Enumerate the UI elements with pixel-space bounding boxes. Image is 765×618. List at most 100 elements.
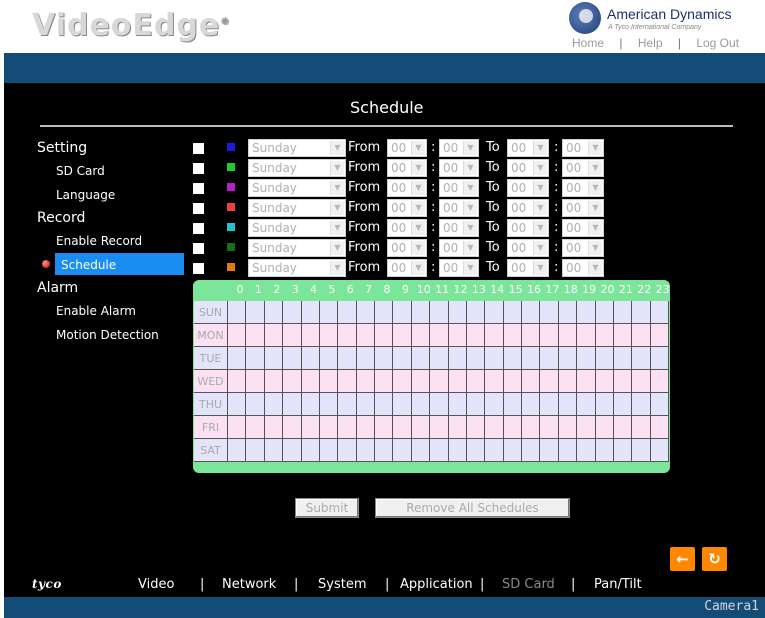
grid-cell[interactable] — [632, 370, 651, 393]
grid-cell[interactable] — [319, 439, 339, 462]
schedule-enable-checkbox[interactable] — [193, 223, 204, 234]
grid-cell[interactable] — [338, 370, 357, 393]
to-minute-select[interactable]: 00 ▼ — [562, 219, 604, 237]
to-hour-select[interactable]: 00 ▼ — [507, 239, 549, 257]
grid-cell[interactable] — [246, 301, 265, 324]
grid-cell[interactable] — [228, 370, 247, 393]
grid-cell[interactable] — [540, 393, 559, 416]
grid-cell[interactable] — [577, 301, 596, 324]
from-hour-select[interactable]: 00 ▼ — [387, 139, 427, 157]
grid-cell[interactable] — [228, 439, 247, 462]
grid-cell[interactable] — [264, 324, 284, 347]
schedule-enable-checkbox[interactable] — [193, 203, 204, 214]
grid-cell[interactable] — [319, 416, 339, 439]
grid-cell[interactable] — [558, 439, 578, 462]
grid-cell[interactable] — [595, 416, 614, 439]
schedule-enable-checkbox[interactable] — [193, 143, 204, 154]
grid-cell[interactable] — [411, 347, 431, 370]
home-link[interactable]: Home — [572, 36, 604, 50]
grid-cell[interactable] — [228, 416, 247, 439]
footer-nav-pan-tilt[interactable]: Pan/Tilt — [594, 577, 642, 592]
nav-item-language[interactable]: Language — [56, 188, 115, 202]
grid-cell[interactable] — [485, 347, 504, 370]
grid-cell[interactable] — [448, 393, 467, 416]
grid-cell[interactable] — [338, 347, 357, 370]
grid-cell[interactable] — [448, 301, 467, 324]
grid-cell[interactable] — [301, 301, 320, 324]
from-hour-select[interactable]: 00 ▼ — [387, 199, 427, 217]
grid-cell[interactable] — [522, 347, 541, 370]
to-minute-select[interactable]: 00 ▼ — [562, 179, 604, 197]
grid-cell[interactable] — [393, 347, 412, 370]
grid-cell[interactable] — [466, 416, 486, 439]
grid-cell[interactable] — [485, 324, 504, 347]
from-hour-select[interactable]: 00 ▼ — [387, 219, 427, 237]
grid-cell[interactable] — [264, 393, 284, 416]
grid-cell[interactable] — [338, 416, 357, 439]
grid-cell[interactable] — [577, 416, 596, 439]
schedule-enable-checkbox[interactable] — [193, 243, 204, 254]
grid-cell[interactable] — [577, 370, 596, 393]
day-select[interactable]: Sunday ▼ — [248, 219, 346, 237]
grid-cell[interactable] — [375, 301, 394, 324]
grid-cell[interactable] — [356, 370, 375, 393]
grid-cell[interactable] — [595, 370, 614, 393]
grid-cell[interactable] — [411, 416, 431, 439]
grid-cell[interactable] — [650, 324, 669, 347]
grid-cell[interactable] — [430, 370, 449, 393]
to-minute-select[interactable]: 00 ▼ — [562, 159, 604, 177]
grid-cell[interactable] — [430, 416, 449, 439]
grid-cell[interactable] — [522, 370, 541, 393]
grid-cell[interactable] — [430, 439, 449, 462]
grid-cell[interactable] — [356, 393, 375, 416]
nav-section-record[interactable]: Record — [37, 210, 85, 226]
grid-cell[interactable] — [283, 416, 302, 439]
grid-cell[interactable] — [375, 324, 394, 347]
grid-cell[interactable] — [595, 439, 614, 462]
grid-cell[interactable] — [375, 393, 394, 416]
grid-cell[interactable] — [632, 347, 651, 370]
help-link[interactable]: Help — [638, 36, 663, 50]
grid-cell[interactable] — [522, 324, 541, 347]
from-minute-select[interactable]: 00 ▼ — [439, 219, 479, 237]
grid-cell[interactable] — [466, 370, 486, 393]
grid-cell[interactable] — [283, 324, 302, 347]
nav-item-enable-alarm[interactable]: Enable Alarm — [56, 304, 136, 318]
grid-cell[interactable] — [485, 439, 504, 462]
grid-cell[interactable] — [411, 439, 431, 462]
grid-cell[interactable] — [411, 393, 431, 416]
grid-cell[interactable] — [613, 324, 633, 347]
nav-item-motion-detection[interactable]: Motion Detection — [56, 328, 159, 342]
arrow-left-icon[interactable]: ← — [670, 547, 695, 571]
nav-item-sd-card[interactable]: SD Card — [56, 164, 105, 178]
grid-cell[interactable] — [264, 439, 284, 462]
grid-cell[interactable] — [301, 347, 320, 370]
grid-cell[interactable] — [301, 370, 320, 393]
from-minute-select[interactable]: 00 ▼ — [439, 259, 479, 277]
grid-cell[interactable] — [466, 393, 486, 416]
grid-cell[interactable] — [485, 393, 504, 416]
grid-cell[interactable] — [540, 347, 559, 370]
grid-cell[interactable] — [448, 324, 467, 347]
grid-cell[interactable] — [228, 301, 247, 324]
to-minute-select[interactable]: 00 ▼ — [562, 259, 604, 277]
schedule-enable-checkbox[interactable] — [193, 263, 204, 274]
grid-cell[interactable] — [246, 439, 265, 462]
to-minute-select[interactable]: 00 ▼ — [562, 199, 604, 217]
grid-cell[interactable] — [540, 301, 559, 324]
grid-cell[interactable] — [264, 370, 284, 393]
grid-cell[interactable] — [356, 439, 375, 462]
grid-cell[interactable] — [650, 301, 669, 324]
grid-cell[interactable] — [283, 370, 302, 393]
grid-cell[interactable] — [301, 393, 320, 416]
nav-item-schedule[interactable]: Schedule — [61, 258, 116, 272]
from-minute-select[interactable]: 00 ▼ — [439, 159, 479, 177]
grid-cell[interactable] — [246, 370, 265, 393]
grid-cell[interactable] — [650, 439, 669, 462]
grid-cell[interactable] — [632, 416, 651, 439]
grid-cell[interactable] — [356, 347, 375, 370]
grid-cell[interactable] — [632, 301, 651, 324]
from-minute-select[interactable]: 00 ▼ — [439, 179, 479, 197]
day-select[interactable]: Sunday ▼ — [248, 159, 346, 177]
grid-cell[interactable] — [577, 324, 596, 347]
